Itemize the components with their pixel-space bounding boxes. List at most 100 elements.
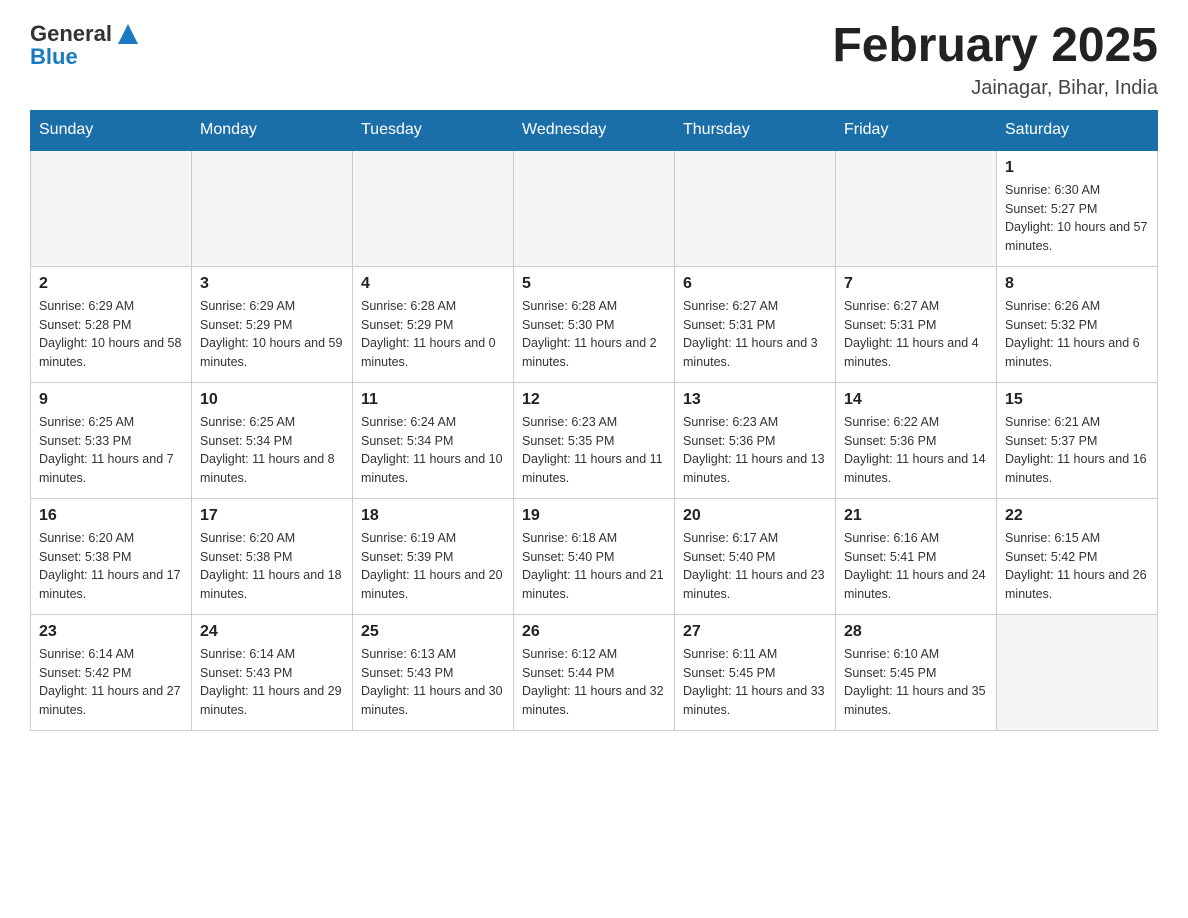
day-info: Sunrise: 6:24 AM Sunset: 5:34 PM Dayligh… xyxy=(361,413,505,488)
weekday-header-thursday: Thursday xyxy=(675,110,836,150)
day-number: 15 xyxy=(1005,391,1149,409)
calendar-cell: 19 Sunrise: 6:18 AM Sunset: 5:40 PM Dayli… xyxy=(514,498,675,614)
calendar-cell: 23 Sunrise: 6:14 AM Sunset: 5:42 PM Dayli… xyxy=(31,614,192,730)
calendar-cell: 24 Sunrise: 6:14 AM Sunset: 5:43 PM Dayli… xyxy=(192,614,353,730)
calendar-cell: 5Sunrise: 6:28 AM Sunset: 5:30 PM Daylig… xyxy=(514,266,675,382)
calendar-cell: 12 Sunrise: 6:23 AM Sunset: 5:35 PM Dayli… xyxy=(514,382,675,498)
day-info: Sunrise: 6:27 AM Sunset: 5:31 PM Dayligh… xyxy=(683,297,827,372)
day-info: Sunrise: 6:14 AM Sunset: 5:42 PM Dayligh… xyxy=(39,645,183,720)
day-number: 12 xyxy=(522,391,666,409)
day-info: Sunrise: 6:13 AM Sunset: 5:43 PM Dayligh… xyxy=(361,645,505,720)
logo: General Blue xyxy=(30,20,142,70)
day-number: 8 xyxy=(1005,275,1149,293)
week-row-3: 9Sunrise: 6:25 AM Sunset: 5:33 PM Daylig… xyxy=(31,382,1158,498)
day-number: 11 xyxy=(361,391,505,409)
day-info: Sunrise: 6:15 AM Sunset: 5:42 PM Dayligh… xyxy=(1005,529,1149,604)
day-info: Sunrise: 6:23 AM Sunset: 5:36 PM Dayligh… xyxy=(683,413,827,488)
day-number: 16 xyxy=(39,507,183,525)
day-number: 14 xyxy=(844,391,988,409)
day-number: 24 xyxy=(200,623,344,641)
calendar-cell xyxy=(31,150,192,267)
day-number: 19 xyxy=(522,507,666,525)
location-text: Jainagar, Bihar, India xyxy=(832,77,1158,100)
calendar-cell xyxy=(353,150,514,267)
day-info: Sunrise: 6:26 AM Sunset: 5:32 PM Dayligh… xyxy=(1005,297,1149,372)
calendar-cell xyxy=(192,150,353,267)
weekday-header-row: SundayMondayTuesdayWednesdayThursdayFrid… xyxy=(31,110,1158,150)
calendar-cell: 7Sunrise: 6:27 AM Sunset: 5:31 PM Daylig… xyxy=(836,266,997,382)
day-info: Sunrise: 6:17 AM Sunset: 5:40 PM Dayligh… xyxy=(683,529,827,604)
calendar-cell: 4Sunrise: 6:28 AM Sunset: 5:29 PM Daylig… xyxy=(353,266,514,382)
week-row-2: 2 Sunrise: 6:29 AM Sunset: 5:28 PM Daylig… xyxy=(31,266,1158,382)
calendar-cell: 10Sunrise: 6:25 AM Sunset: 5:34 PM Dayli… xyxy=(192,382,353,498)
day-info: Sunrise: 6:27 AM Sunset: 5:31 PM Dayligh… xyxy=(844,297,988,372)
calendar-cell: 6 Sunrise: 6:27 AM Sunset: 5:31 PM Daylig… xyxy=(675,266,836,382)
day-number: 2 xyxy=(39,275,183,293)
logo-blue-text: Blue xyxy=(30,44,78,70)
day-number: 18 xyxy=(361,507,505,525)
day-number: 25 xyxy=(361,623,505,641)
calendar-cell: 9Sunrise: 6:25 AM Sunset: 5:33 PM Daylig… xyxy=(31,382,192,498)
day-number: 9 xyxy=(39,391,183,409)
calendar-cell: 1 Sunrise: 6:30 AM Sunset: 5:27 PM Daylig… xyxy=(997,150,1158,267)
calendar-cell xyxy=(514,150,675,267)
logo-icon xyxy=(114,20,142,48)
calendar-cell: 13 Sunrise: 6:23 AM Sunset: 5:36 PM Dayli… xyxy=(675,382,836,498)
week-row-4: 16 Sunrise: 6:20 AM Sunset: 5:38 PM Dayli… xyxy=(31,498,1158,614)
calendar-cell xyxy=(836,150,997,267)
calendar-cell: 16 Sunrise: 6:20 AM Sunset: 5:38 PM Dayli… xyxy=(31,498,192,614)
day-number: 17 xyxy=(200,507,344,525)
day-number: 21 xyxy=(844,507,988,525)
day-number: 22 xyxy=(1005,507,1149,525)
weekday-header-sunday: Sunday xyxy=(31,110,192,150)
day-info: Sunrise: 6:21 AM Sunset: 5:37 PM Dayligh… xyxy=(1005,413,1149,488)
day-info: Sunrise: 6:22 AM Sunset: 5:36 PM Dayligh… xyxy=(844,413,988,488)
calendar-cell xyxy=(997,614,1158,730)
day-info: Sunrise: 6:14 AM Sunset: 5:43 PM Dayligh… xyxy=(200,645,344,720)
calendar-cell: 28 Sunrise: 6:10 AM Sunset: 5:45 PM Dayli… xyxy=(836,614,997,730)
day-info: Sunrise: 6:16 AM Sunset: 5:41 PM Dayligh… xyxy=(844,529,988,604)
day-number: 13 xyxy=(683,391,827,409)
day-info: Sunrise: 6:29 AM Sunset: 5:28 PM Dayligh… xyxy=(39,297,183,372)
calendar-cell: 21 Sunrise: 6:16 AM Sunset: 5:41 PM Dayli… xyxy=(836,498,997,614)
week-row-1: 1 Sunrise: 6:30 AM Sunset: 5:27 PM Daylig… xyxy=(31,150,1158,267)
day-number: 23 xyxy=(39,623,183,641)
calendar-cell: 26 Sunrise: 6:12 AM Sunset: 5:44 PM Dayli… xyxy=(514,614,675,730)
day-number: 10 xyxy=(200,391,344,409)
page-header: General Blue February 2025 Jainagar, Bih… xyxy=(30,20,1158,100)
calendar-cell xyxy=(675,150,836,267)
calendar-table: SundayMondayTuesdayWednesdayThursdayFrid… xyxy=(30,110,1158,731)
weekday-header-saturday: Saturday xyxy=(997,110,1158,150)
day-number: 4 xyxy=(361,275,505,293)
day-number: 20 xyxy=(683,507,827,525)
day-number: 28 xyxy=(844,623,988,641)
day-number: 1 xyxy=(1005,159,1149,177)
day-info: Sunrise: 6:23 AM Sunset: 5:35 PM Dayligh… xyxy=(522,413,666,488)
day-info: Sunrise: 6:18 AM Sunset: 5:40 PM Dayligh… xyxy=(522,529,666,604)
day-info: Sunrise: 6:12 AM Sunset: 5:44 PM Dayligh… xyxy=(522,645,666,720)
day-number: 26 xyxy=(522,623,666,641)
calendar-cell: 14 Sunrise: 6:22 AM Sunset: 5:36 PM Dayli… xyxy=(836,382,997,498)
calendar-cell: 27 Sunrise: 6:11 AM Sunset: 5:45 PM Dayli… xyxy=(675,614,836,730)
day-info: Sunrise: 6:20 AM Sunset: 5:38 PM Dayligh… xyxy=(200,529,344,604)
weekday-header-tuesday: Tuesday xyxy=(353,110,514,150)
day-number: 5 xyxy=(522,275,666,293)
day-number: 6 xyxy=(683,275,827,293)
day-number: 27 xyxy=(683,623,827,641)
calendar-cell: 8 Sunrise: 6:26 AM Sunset: 5:32 PM Daylig… xyxy=(997,266,1158,382)
day-info: Sunrise: 6:11 AM Sunset: 5:45 PM Dayligh… xyxy=(683,645,827,720)
title-block: February 2025 Jainagar, Bihar, India xyxy=(832,20,1158,100)
calendar-cell: 3 Sunrise: 6:29 AM Sunset: 5:29 PM Daylig… xyxy=(192,266,353,382)
day-info: Sunrise: 6:29 AM Sunset: 5:29 PM Dayligh… xyxy=(200,297,344,372)
calendar-cell: 18 Sunrise: 6:19 AM Sunset: 5:39 PM Dayli… xyxy=(353,498,514,614)
calendar-cell: 17 Sunrise: 6:20 AM Sunset: 5:38 PM Dayli… xyxy=(192,498,353,614)
day-number: 3 xyxy=(200,275,344,293)
calendar-cell: 25 Sunrise: 6:13 AM Sunset: 5:43 PM Dayli… xyxy=(353,614,514,730)
weekday-header-friday: Friday xyxy=(836,110,997,150)
day-info: Sunrise: 6:19 AM Sunset: 5:39 PM Dayligh… xyxy=(361,529,505,604)
day-info: Sunrise: 6:10 AM Sunset: 5:45 PM Dayligh… xyxy=(844,645,988,720)
day-info: Sunrise: 6:30 AM Sunset: 5:27 PM Dayligh… xyxy=(1005,181,1149,256)
calendar-cell: 15 Sunrise: 6:21 AM Sunset: 5:37 PM Dayli… xyxy=(997,382,1158,498)
calendar-cell: 22 Sunrise: 6:15 AM Sunset: 5:42 PM Dayli… xyxy=(997,498,1158,614)
day-info: Sunrise: 6:20 AM Sunset: 5:38 PM Dayligh… xyxy=(39,529,183,604)
